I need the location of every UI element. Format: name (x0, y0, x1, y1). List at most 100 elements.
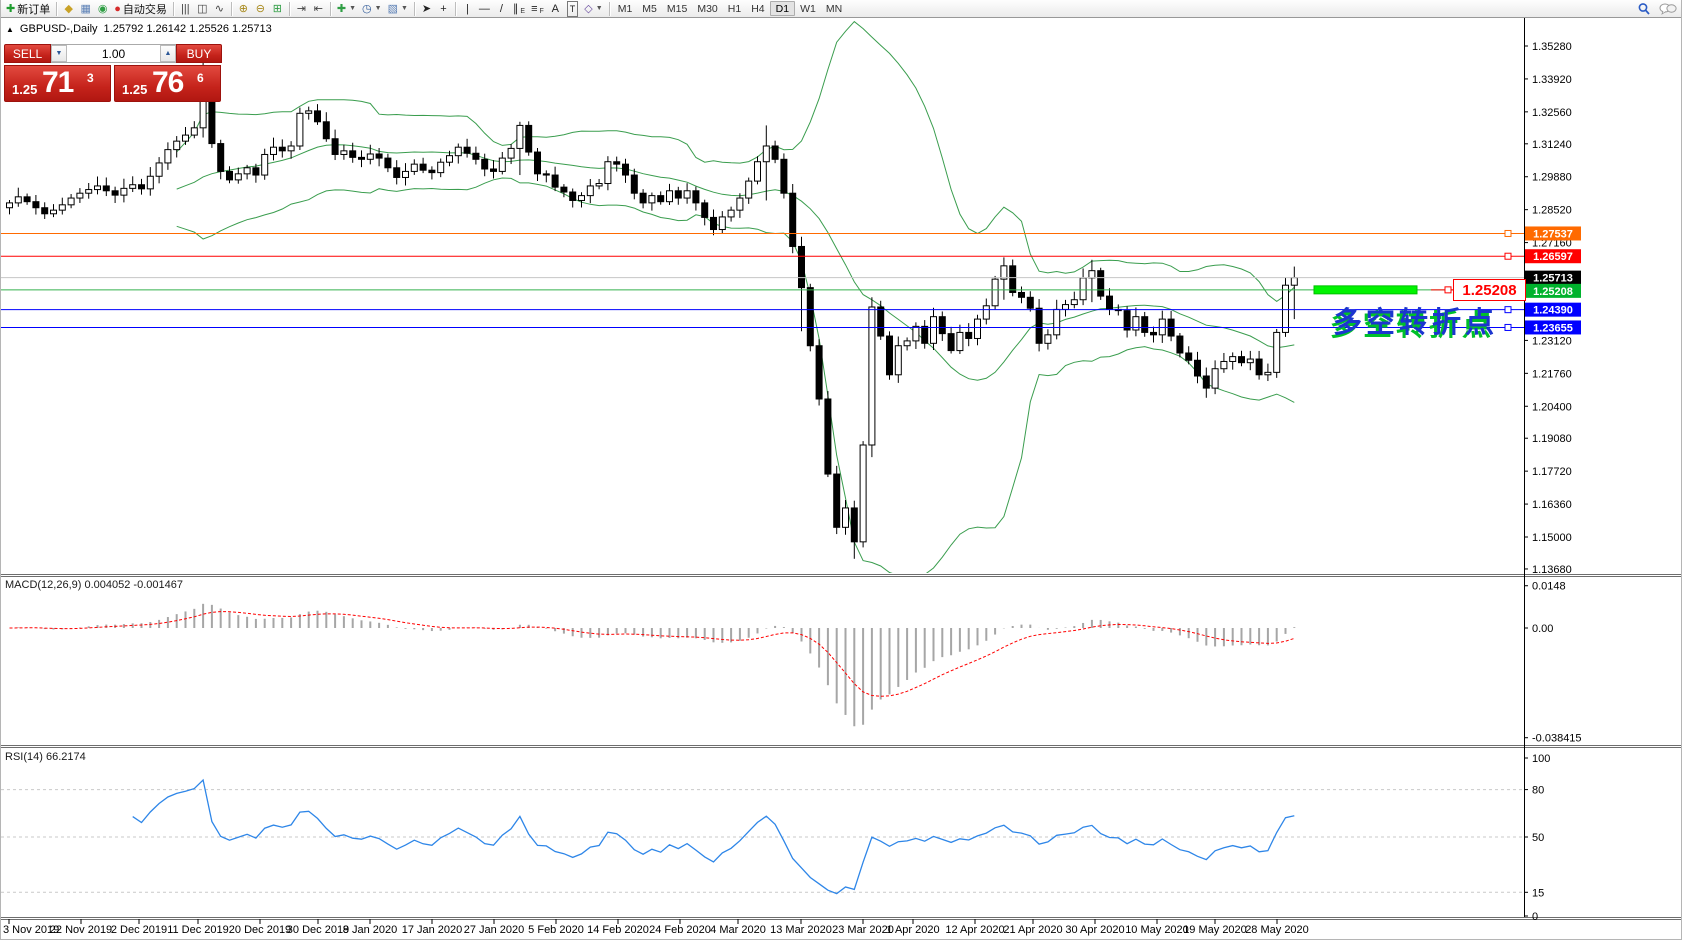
chart-shift-button[interactable]: ⇤ (310, 1, 327, 17)
date-axis-label: 11 Dec 2019 (167, 924, 229, 936)
date-axis-label: 19 May 2020 (1183, 924, 1247, 936)
date-axis-label: 23 Mar 2020 (832, 924, 894, 936)
timeframe-m1-button[interactable]: M1 (613, 1, 638, 16)
buy-price-pips: 76 (152, 66, 183, 100)
date-axis-label: 21 Apr 2020 (1003, 924, 1062, 936)
chart-window-button[interactable]: ▦ (77, 1, 94, 17)
chat-icon[interactable] (1659, 2, 1677, 16)
crosshair-button[interactable]: + (435, 1, 452, 17)
volume-decrease-button[interactable]: ▼ (51, 45, 67, 62)
one-click-collapse-icon[interactable]: ▲ (6, 25, 14, 34)
date-axis-label: 10 May 2020 (1125, 924, 1189, 936)
timeframe-h1-button[interactable]: H1 (723, 1, 746, 16)
volume-field: ▼ 1.00 ▲ (51, 44, 176, 63)
timeframe-m5-button[interactable]: M5 (637, 1, 662, 16)
timeframe-d1-button[interactable]: D1 (770, 1, 795, 16)
line-chart-button[interactable]: ∿ (211, 1, 228, 17)
date-axis-label: 14 Feb 2020 (587, 924, 649, 936)
macd-axis-label: 0.00 (1532, 623, 1553, 635)
cursor-button[interactable]: ➤ (418, 1, 435, 17)
timeframe-mn-button[interactable]: MN (821, 1, 847, 16)
line-handle[interactable] (1505, 307, 1511, 313)
macd-axis-label: -0.038415 (1532, 733, 1582, 745)
turning-point-annotation[interactable]: 多空转折点 (1333, 299, 1498, 341)
timeframe-m15-button[interactable]: M15 (662, 1, 692, 16)
date-axis-label: 1 Apr 2020 (886, 924, 939, 936)
sell-button[interactable]: SELL (4, 44, 51, 63)
fibonacci-button[interactable]: ≡F (528, 1, 547, 17)
line-handle[interactable] (1505, 230, 1511, 236)
sell-price-prefix: 1.25 (12, 82, 37, 97)
one-click-trading-panel: SELL ▼ 1.00 ▲ BUY 1.25 71 3 1.25 76 6 (4, 44, 222, 102)
date-axis-label: 20 Dec 2019 (229, 924, 291, 936)
periods-button[interactable]: ◷▼ (359, 1, 385, 17)
date-axis-label: 22 Nov 2019 (50, 924, 112, 936)
date-axis-label: 17 Jan 2020 (402, 924, 463, 936)
macd-indicator-label: MACD(12,26,9) 0.004052 -0.001467 (5, 579, 183, 591)
auto-scroll-button[interactable]: ⇥ (293, 1, 310, 17)
timeframe-m30-button[interactable]: M30 (692, 1, 722, 16)
macd-axis-label: 0.0148 (1532, 581, 1566, 593)
new-order-button[interactable]: ✚新订单 (3, 1, 53, 17)
vertical-line-button[interactable]: | (459, 1, 476, 17)
date-axis-label: 13 Mar 2020 (770, 924, 832, 936)
templates-button[interactable]: ▧▼ (385, 1, 411, 17)
symbol-info-line: ▲ GBPUSD-,Daily 1.25792 1.26142 1.25526 … (6, 23, 272, 35)
timeframe-w1-button[interactable]: W1 (795, 1, 821, 16)
equidistant-channel-button[interactable]: ∥E (510, 1, 528, 17)
date-axis-label: 4 Mar 2020 (710, 924, 766, 936)
sell-price-point: 3 (87, 71, 94, 85)
signal-button[interactable]: ◉ (94, 1, 111, 17)
arrows-button[interactable]: ◇▼ (581, 1, 605, 17)
trendline-button[interactable]: / (493, 1, 510, 17)
macd-plot (10, 604, 1295, 726)
mt4-terminal-window: ✚新订单 ◆▦◉●自动交易 |||◫∿ ⊕⊖⊞ ⇥⇤ ✚▼◷▼▧▼ ➤+ |—/∥E≡FAT◇… (0, 0, 1682, 940)
rsi-axis-label: 15 (1532, 887, 1544, 899)
date-axis-label: 24 Feb 2020 (649, 924, 711, 936)
rsi-indicator-label: RSI(14) 66.2174 (5, 751, 86, 763)
buy-price-point: 6 (197, 71, 204, 85)
sell-price-display[interactable]: 1.25 71 3 (4, 65, 111, 102)
rsi-axis-label: 50 (1532, 832, 1544, 844)
timeframe-h4-button[interactable]: H4 (746, 1, 769, 16)
text-label-button[interactable]: T (564, 1, 582, 17)
date-axis-label: 30 Apr 2020 (1065, 924, 1124, 936)
eraser-button[interactable]: ◆ (60, 1, 77, 17)
indicators-button[interactable]: ✚▼ (334, 1, 359, 17)
zoom-out-button[interactable]: ⊖ (252, 1, 269, 17)
rsi-plot (1, 780, 1524, 894)
symbol-ohlc-values: 1.25792 1.26142 1.25526 1.25713 (104, 23, 272, 35)
main-toolbar: ✚新订单 ◆▦◉●自动交易 |||◫∿ ⊕⊖⊞ ⇥⇤ ✚▼◷▼▧▼ ➤+ |—/∥E≡FAT◇… (1, 0, 1682, 18)
zoom-in-button[interactable]: ⊕ (235, 1, 252, 17)
search-icon[interactable] (1637, 2, 1651, 16)
svg-text:1.25208: 1.25208 (1533, 286, 1573, 298)
text-button[interactable]: A (547, 1, 564, 17)
svg-text:1.27537: 1.27537 (1533, 228, 1573, 240)
date-axis-label: 27 Jan 2020 (464, 924, 525, 936)
horizontal-line-button[interactable]: — (476, 1, 493, 17)
line-handle[interactable] (1505, 324, 1511, 330)
tile-windows-button[interactable]: ⊞ (269, 1, 286, 17)
autotrade-button[interactable]: ●自动交易 (111, 1, 170, 17)
volume-increase-button[interactable]: ▲ (160, 45, 176, 62)
chart-canvas[interactable]: 1.352801.339201.325601.312401.298801.285… (1, 0, 1682, 940)
candlestick-chart-button[interactable]: ◫ (194, 1, 211, 17)
svg-text:1.25713: 1.25713 (1533, 273, 1573, 285)
buy-button[interactable]: BUY (176, 44, 222, 63)
rsi-axis-label: 100 (1532, 753, 1550, 765)
price-axis[interactable] (1524, 18, 1682, 917)
svg-text:1.26597: 1.26597 (1533, 251, 1573, 263)
date-axis-label: 12 Apr 2020 (945, 924, 1004, 936)
bar-chart-button[interactable]: ||| (177, 1, 194, 17)
svg-text:1.24390: 1.24390 (1533, 305, 1573, 317)
date-axis-label: 5 Feb 2020 (528, 924, 584, 936)
buy-price-display[interactable]: 1.25 76 6 (114, 65, 221, 102)
volume-value[interactable]: 1.00 (67, 45, 160, 62)
support-zone-rectangle[interactable] (1314, 286, 1417, 294)
date-axis-label: 8 Jan 2020 (343, 924, 397, 936)
price-callout-label[interactable]: 1.25208 (1453, 279, 1526, 301)
sell-price-pips: 71 (42, 66, 73, 100)
candlesticks (7, 22, 1298, 578)
callout-anchor[interactable] (1445, 287, 1451, 293)
line-handle[interactable] (1505, 253, 1511, 259)
